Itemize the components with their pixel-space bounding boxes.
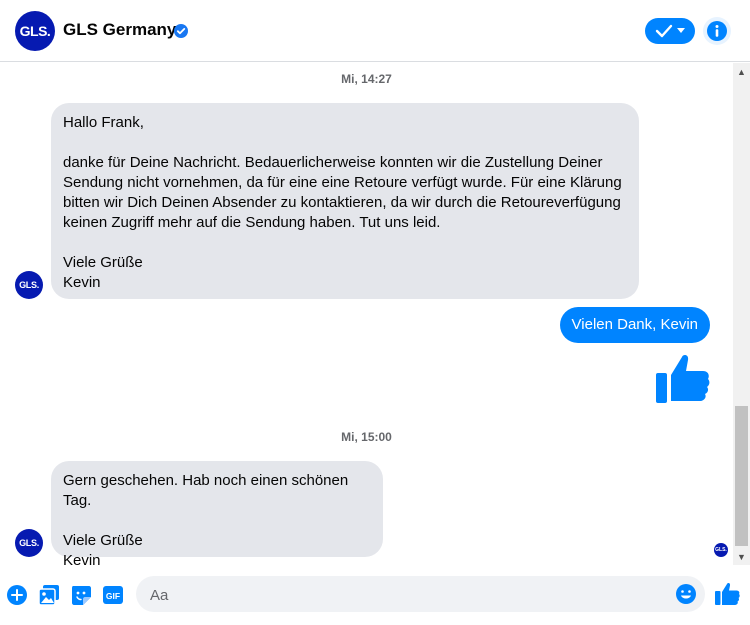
- sender-avatar[interactable]: GLS.: [15, 271, 43, 299]
- thumbs-up-send-icon[interactable]: [714, 581, 740, 607]
- incoming-message[interactable]: Gern geschehen. Hab noch einen schönen T…: [51, 461, 383, 565]
- thumbs-up-sticker-icon[interactable]: [655, 351, 711, 407]
- message-timestamp: Mi, 14:27: [341, 72, 392, 86]
- more-actions-button[interactable]: [5, 583, 29, 607]
- scroll-up-arrow-icon[interactable]: ▲: [733, 63, 750, 80]
- scroll-down-arrow-icon[interactable]: ▼: [733, 548, 750, 565]
- message-timestamp: Mi, 15:00: [341, 430, 392, 444]
- photo-gallery-icon: [38, 585, 59, 606]
- plus-circle-icon: [7, 585, 27, 605]
- avatar-logo-text: GLS.: [19, 280, 39, 290]
- mark-done-button[interactable]: [645, 18, 695, 44]
- seen-indicator-avatar: GLS.: [714, 543, 728, 557]
- message-thread: Mi, 14:27 Hallo Frank, danke für Deine N…: [0, 63, 733, 565]
- outgoing-message[interactable]: Vielen Dank, Kevin: [559, 307, 710, 343]
- avatar-logo-text: GLS.: [19, 23, 51, 39]
- sender-avatar[interactable]: GLS.: [15, 529, 43, 557]
- info-icon: [707, 21, 727, 41]
- attach-photo-button[interactable]: [37, 583, 61, 607]
- gif-button[interactable]: GIF: [101, 583, 125, 607]
- incoming-message[interactable]: Hallo Frank, danke für Deine Nachricht. …: [51, 103, 639, 299]
- avatar-logo-text: GLS.: [19, 538, 39, 548]
- conversation-info-button[interactable]: [703, 17, 731, 45]
- emoji-smiley-icon[interactable]: [675, 583, 697, 605]
- verified-badge-icon: [174, 24, 188, 38]
- gif-icon: GIF: [103, 586, 123, 604]
- sticker-icon: [72, 586, 91, 605]
- message-input[interactable]: [148, 576, 672, 614]
- svg-text:GIF: GIF: [106, 591, 120, 601]
- contact-name[interactable]: GLS Germany: [63, 20, 176, 40]
- message-composer: GIF: [0, 565, 750, 625]
- message-input-container[interactable]: [136, 576, 705, 614]
- avatar-logo-text: GLS.: [715, 547, 727, 553]
- chevron-down-icon: [677, 28, 685, 33]
- scrollbar-thumb[interactable]: [735, 406, 748, 546]
- checkmark-icon: [655, 24, 673, 38]
- sticker-button[interactable]: [69, 583, 93, 607]
- scrollbar[interactable]: ▲ ▼: [733, 63, 750, 565]
- contact-avatar[interactable]: GLS.: [15, 11, 55, 51]
- conversation-header: GLS. GLS Germany: [0, 0, 750, 62]
